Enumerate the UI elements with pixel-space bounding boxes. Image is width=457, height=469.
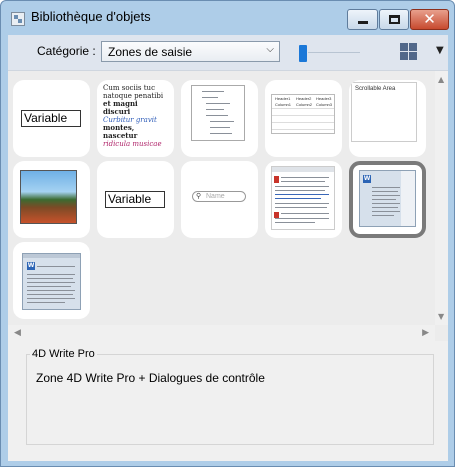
4d-write-pro-preview: W xyxy=(359,170,416,227)
scroll-right-icon[interactable]: ▶ xyxy=(422,328,429,338)
tile-rich-text[interactable]: Cum sociis tuc natoque penatibi et magni… xyxy=(97,80,174,157)
word-icon: W xyxy=(27,262,35,270)
tile-picture[interactable] xyxy=(13,161,90,238)
tile-4d-write[interactable] xyxy=(265,161,342,238)
listbox-header: Header1 xyxy=(275,96,291,101)
tile-4d-write-pro[interactable]: W xyxy=(349,161,426,238)
scroll-down-icon[interactable]: ▼ xyxy=(438,312,444,321)
tile-4d-write-pro-dialogs[interactable]: W xyxy=(13,242,90,319)
scroll-left-icon[interactable]: ◀ xyxy=(14,328,21,338)
listbox-header: Header2 xyxy=(296,96,312,101)
search-icon: ⚲ xyxy=(196,193,202,200)
horizontal-scrollbar[interactable]: ◀ ▶ xyxy=(8,325,435,342)
rich-line: et magni discuri xyxy=(103,99,138,116)
listbox-column: Column3 xyxy=(316,102,333,107)
tile-scrollable-area[interactable]: Scrollable Area xyxy=(349,80,426,157)
title-bar[interactable]: Bibliothèque d'objets ✕ xyxy=(1,1,454,35)
search-placeholder: Name xyxy=(206,193,225,200)
zoom-slider-track[interactable] xyxy=(308,52,360,53)
details-groupbox xyxy=(26,354,434,445)
tile-variable[interactable]: Variable xyxy=(13,80,90,157)
vertical-scrollbar[interactable]: ▲ ▼ xyxy=(435,71,448,325)
search-field-preview: ⚲ Name xyxy=(192,191,246,202)
category-label: Catégorie : xyxy=(37,44,96,58)
4d-write-preview xyxy=(271,166,335,230)
windows-logo-icon[interactable] xyxy=(400,43,417,60)
close-button[interactable]: ✕ xyxy=(410,9,449,30)
rich-text-preview: Cum sociis tuc natoque penatibi et magni… xyxy=(103,84,165,150)
details-panel: 4D Write Pro Zone 4D Write Pro + Dialogu… xyxy=(8,341,448,461)
category-value: Zones de saisie xyxy=(108,45,193,59)
tile-variable-2[interactable]: Variable xyxy=(97,161,174,238)
listbox-column: Column1 xyxy=(275,102,292,107)
object-library-window: Bibliothèque d'objets ✕ Catégorie : Zone… xyxy=(0,0,455,467)
minimize-icon xyxy=(358,21,368,24)
tile-hierarchical-list[interactable] xyxy=(181,80,258,157)
zoom-slider-thumb[interactable] xyxy=(299,45,307,62)
listbox-column: Column2 xyxy=(296,102,313,107)
tile-search-field[interactable]: ⚲ Name xyxy=(181,161,258,238)
listbox-header: Header3 xyxy=(316,96,332,101)
rich-line: ridicula musicae xyxy=(103,140,162,148)
listbox-preview: Header1 Header2 Header3 Column1 Column2 … xyxy=(271,94,335,134)
tile-listbox[interactable]: Header1 Header2 Header3 Column1 Column2 … xyxy=(265,80,342,157)
hierarchical-list-preview xyxy=(191,85,245,141)
variable-preview: Variable xyxy=(21,110,81,127)
maximize-icon xyxy=(389,15,400,24)
library-grid: Variable Cum sociis tuc natoque penatibi… xyxy=(8,70,448,342)
category-select[interactable]: Zones de saisie ⌵ xyxy=(101,41,280,62)
minimize-button[interactable] xyxy=(347,9,378,30)
scrollable-area-preview: Scrollable Area xyxy=(351,82,417,142)
window-title: Bibliothèque d'objets xyxy=(31,9,151,24)
4d-write-pro-dialogs-preview: W xyxy=(22,253,81,310)
rich-line: Cum sociis tuc xyxy=(103,84,155,92)
details-description: Zone 4D Write Pro + Dialogues de contrôl… xyxy=(36,371,265,385)
scroll-up-icon[interactable]: ▲ xyxy=(438,75,444,84)
app-icon xyxy=(11,12,25,26)
variable-preview: Variable xyxy=(105,191,165,208)
picture-preview xyxy=(20,170,77,224)
close-icon: ✕ xyxy=(423,10,436,28)
view-menu-caret-icon[interactable]: ▼ xyxy=(436,45,444,56)
toolbar: Catégorie : Zones de saisie ⌵ ▼ xyxy=(8,35,448,70)
chevron-down-icon: ⌵ xyxy=(266,44,274,55)
word-icon: W xyxy=(363,175,371,183)
details-title: 4D Write Pro xyxy=(30,348,97,360)
rich-line: montes, nascetur xyxy=(103,123,138,140)
maximize-button[interactable] xyxy=(379,9,409,30)
